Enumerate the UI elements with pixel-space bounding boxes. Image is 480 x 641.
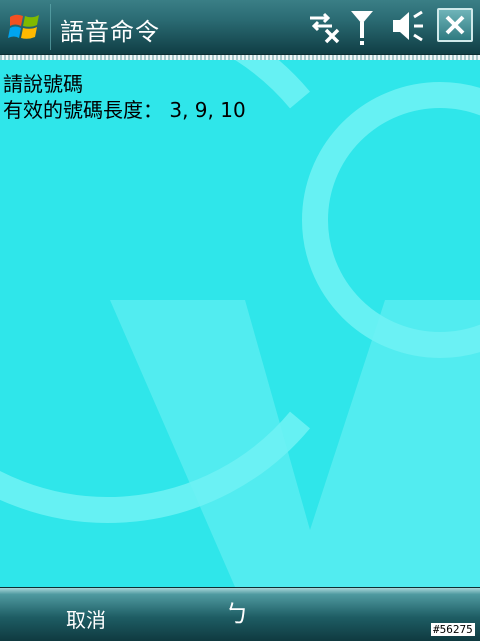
image-tag: #56275 [431,623,475,636]
signal-antenna-icon[interactable] [348,8,376,46]
close-icon [445,15,465,35]
softkey-bar: 取消 ㄅ [0,587,480,641]
input-panel-button[interactable]: ㄅ [225,594,249,629]
close-button[interactable] [437,8,473,42]
background-watermark [0,60,480,587]
cancel-softkey[interactable]: 取消 [66,604,106,633]
valid-number-lengths: 有效的號碼長度： 3, 9, 10 [3,98,246,122]
start-button[interactable] [0,0,50,54]
title-bar: 語音命令 [0,0,480,55]
content-area: 請說號碼 有效的號碼長度： 3, 9, 10 [0,60,480,587]
app-title: 語音命令 [60,18,160,46]
connectivity-icon[interactable] [306,8,342,44]
title-separator [50,4,51,50]
voice-prompt: 請說號碼 [3,72,83,96]
windows-start-icon [8,14,39,39]
speaker-mute-icon[interactable] [390,8,426,44]
